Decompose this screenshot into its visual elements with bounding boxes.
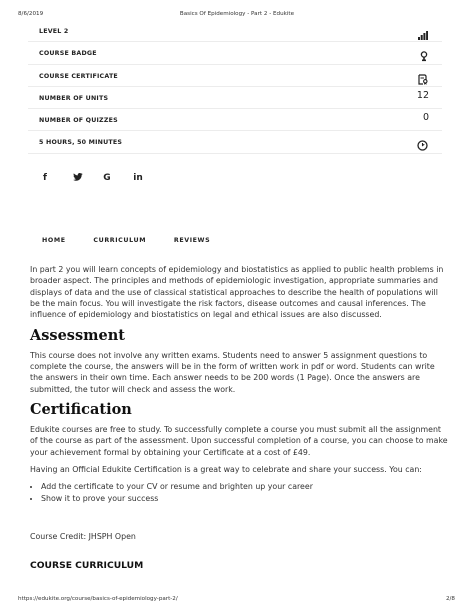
assessment-heading: Assessment [30, 326, 125, 344]
tab-curriculum[interactable]: CURRICULUM [93, 237, 146, 244]
course-credit: Course Credit: JHSPH Open [30, 532, 136, 542]
clock-icon [417, 136, 428, 155]
units-value: 12 [416, 89, 429, 101]
bar-chart-icon [418, 25, 428, 44]
print-url: https://edukite.org/course/basics-of-epi… [18, 596, 178, 602]
level-label: LEVEL 2 [39, 28, 69, 35]
course-tabs: HOME CURRICULUM REVIEWS [42, 237, 235, 244]
social-share-bar: f G in [43, 165, 158, 184]
certificate-label: COURSE CERTIFICATE [39, 72, 118, 80]
quizzes-value: 0 [422, 112, 429, 124]
print-title: Basics Of Epidemiology - Part 2 - Edukit… [179, 11, 295, 17]
assessment-paragraph: This course does not involve any written… [30, 350, 435, 394]
linkedin-icon[interactable]: in [133, 173, 158, 183]
info-row-certificate: COURSE CERTIFICATE [28, 65, 442, 87]
info-row-badge: COURSE BADGE [28, 42, 442, 66]
quizzes-label: NUMBER OF QUIZZES [39, 117, 118, 125]
google-icon[interactable]: G [103, 173, 128, 183]
course-description: In part 2 you will learn concepts of epi… [30, 264, 448, 571]
facebook-icon[interactable]: f [43, 173, 68, 183]
certification-heading: Certification [30, 401, 132, 419]
intro-paragraph: In part 2 you will learn concepts of epi… [30, 265, 444, 320]
course-info-panel: LEVEL 2 COURSE BADGE COURSE CERTIFICATE … [28, 20, 442, 154]
duration-label: 5 HOURS, 50 MINUTES [39, 139, 123, 147]
info-row-level: LEVEL 2 [28, 20, 442, 44]
info-row-units: NUMBER OF UNITS 12 [28, 87, 442, 110]
badge-icon [420, 47, 428, 66]
certification-benefits-intro: Having an Official Edukite Certification… [30, 465, 422, 475]
info-row-quizzes: NUMBER OF QUIZZES 0 [28, 109, 442, 132]
list-item: Add the certificate to your CV or resume… [41, 481, 448, 492]
tab-reviews[interactable]: REVIEWS [174, 237, 210, 244]
page-number: 2/8 [445, 596, 455, 602]
list-item: Show it to prove your success [41, 493, 448, 504]
badge-label: COURSE BADGE [39, 50, 97, 58]
certificate-icon [418, 70, 428, 89]
info-row-duration: 5 HOURS, 50 MINUTES [28, 131, 442, 155]
twitter-icon[interactable] [73, 173, 98, 183]
tab-home[interactable]: HOME [42, 237, 66, 244]
benefits-list: Add the certificate to your CV or resume… [30, 481, 448, 504]
curriculum-heading: COURSE CURRICULUM [30, 559, 144, 571]
units-label: NUMBER OF UNITS [39, 94, 109, 102]
certification-paragraph: Edukite courses are free to study. To su… [30, 425, 448, 457]
